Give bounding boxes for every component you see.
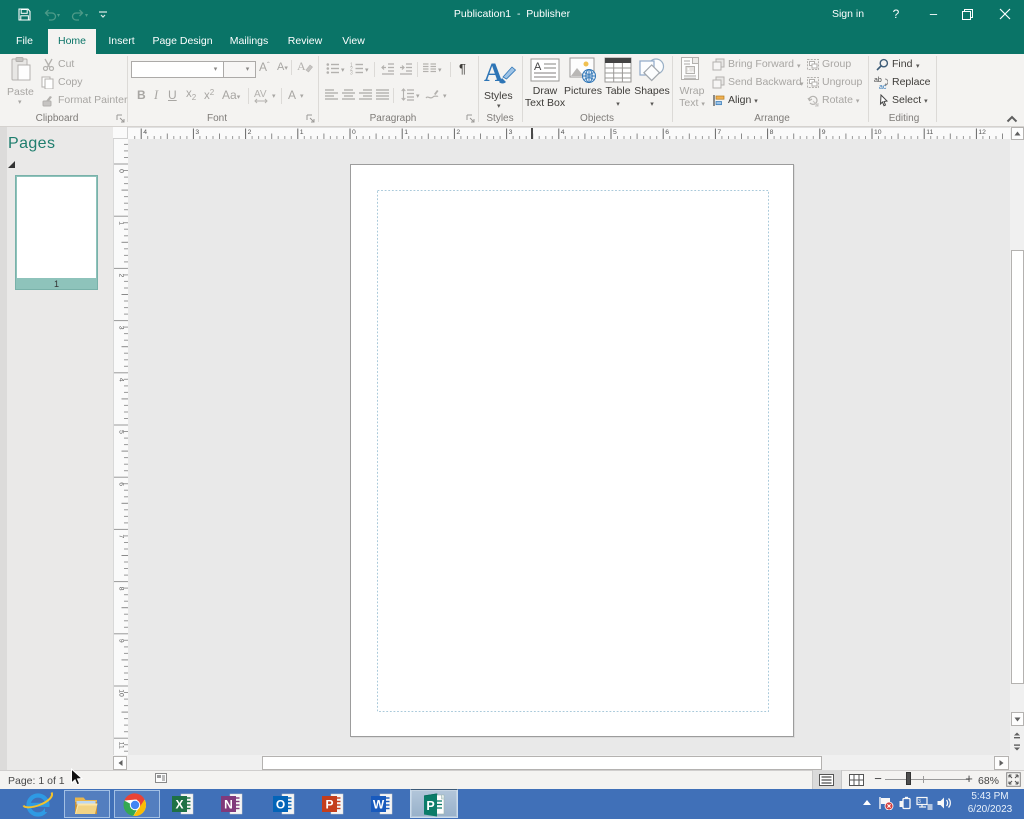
- svg-text:W: W: [373, 798, 385, 812]
- svg-text:A: A: [534, 61, 542, 73]
- svg-text:X: X: [175, 798, 183, 812]
- svg-text:2: 2: [118, 274, 125, 278]
- svg-text:7: 7: [118, 535, 125, 539]
- svg-text:3: 3: [509, 129, 513, 136]
- svg-text:3: 3: [350, 71, 353, 76]
- svg-text:0: 0: [352, 129, 356, 136]
- svg-text:2: 2: [456, 129, 460, 136]
- svg-text:5: 5: [613, 129, 617, 136]
- svg-text:7: 7: [717, 129, 721, 136]
- svg-text:3: 3: [195, 129, 199, 136]
- svg-text:9: 9: [118, 639, 125, 643]
- svg-text:4: 4: [118, 378, 125, 382]
- svg-text:11: 11: [926, 129, 933, 136]
- svg-text:0: 0: [118, 169, 125, 173]
- svg-text:1: 1: [404, 129, 408, 136]
- svg-text:O: O: [276, 798, 285, 812]
- svg-text:10: 10: [874, 129, 882, 136]
- svg-text:8: 8: [118, 587, 125, 591]
- svg-text:P: P: [426, 799, 434, 813]
- svg-text:4: 4: [561, 129, 565, 136]
- svg-text:ab: ab: [874, 77, 882, 84]
- svg-text:1: 1: [300, 129, 304, 136]
- svg-text:3: 3: [918, 799, 921, 805]
- svg-text:11: 11: [118, 742, 125, 749]
- svg-text:4: 4: [143, 129, 147, 136]
- svg-text:5: 5: [118, 430, 125, 434]
- svg-text:12: 12: [978, 129, 986, 136]
- svg-text:8: 8: [770, 129, 774, 136]
- svg-text:10: 10: [118, 689, 125, 697]
- svg-text:A: A: [297, 59, 306, 73]
- svg-text:P: P: [325, 798, 333, 812]
- svg-text:3: 3: [118, 326, 125, 330]
- svg-text:6: 6: [665, 129, 669, 136]
- svg-text:9: 9: [822, 129, 826, 136]
- svg-text:2: 2: [248, 129, 252, 136]
- svg-text:6: 6: [118, 482, 125, 486]
- svg-text:1: 1: [118, 221, 125, 225]
- svg-text:AV: AV: [254, 89, 267, 100]
- svg-text:N: N: [224, 798, 233, 812]
